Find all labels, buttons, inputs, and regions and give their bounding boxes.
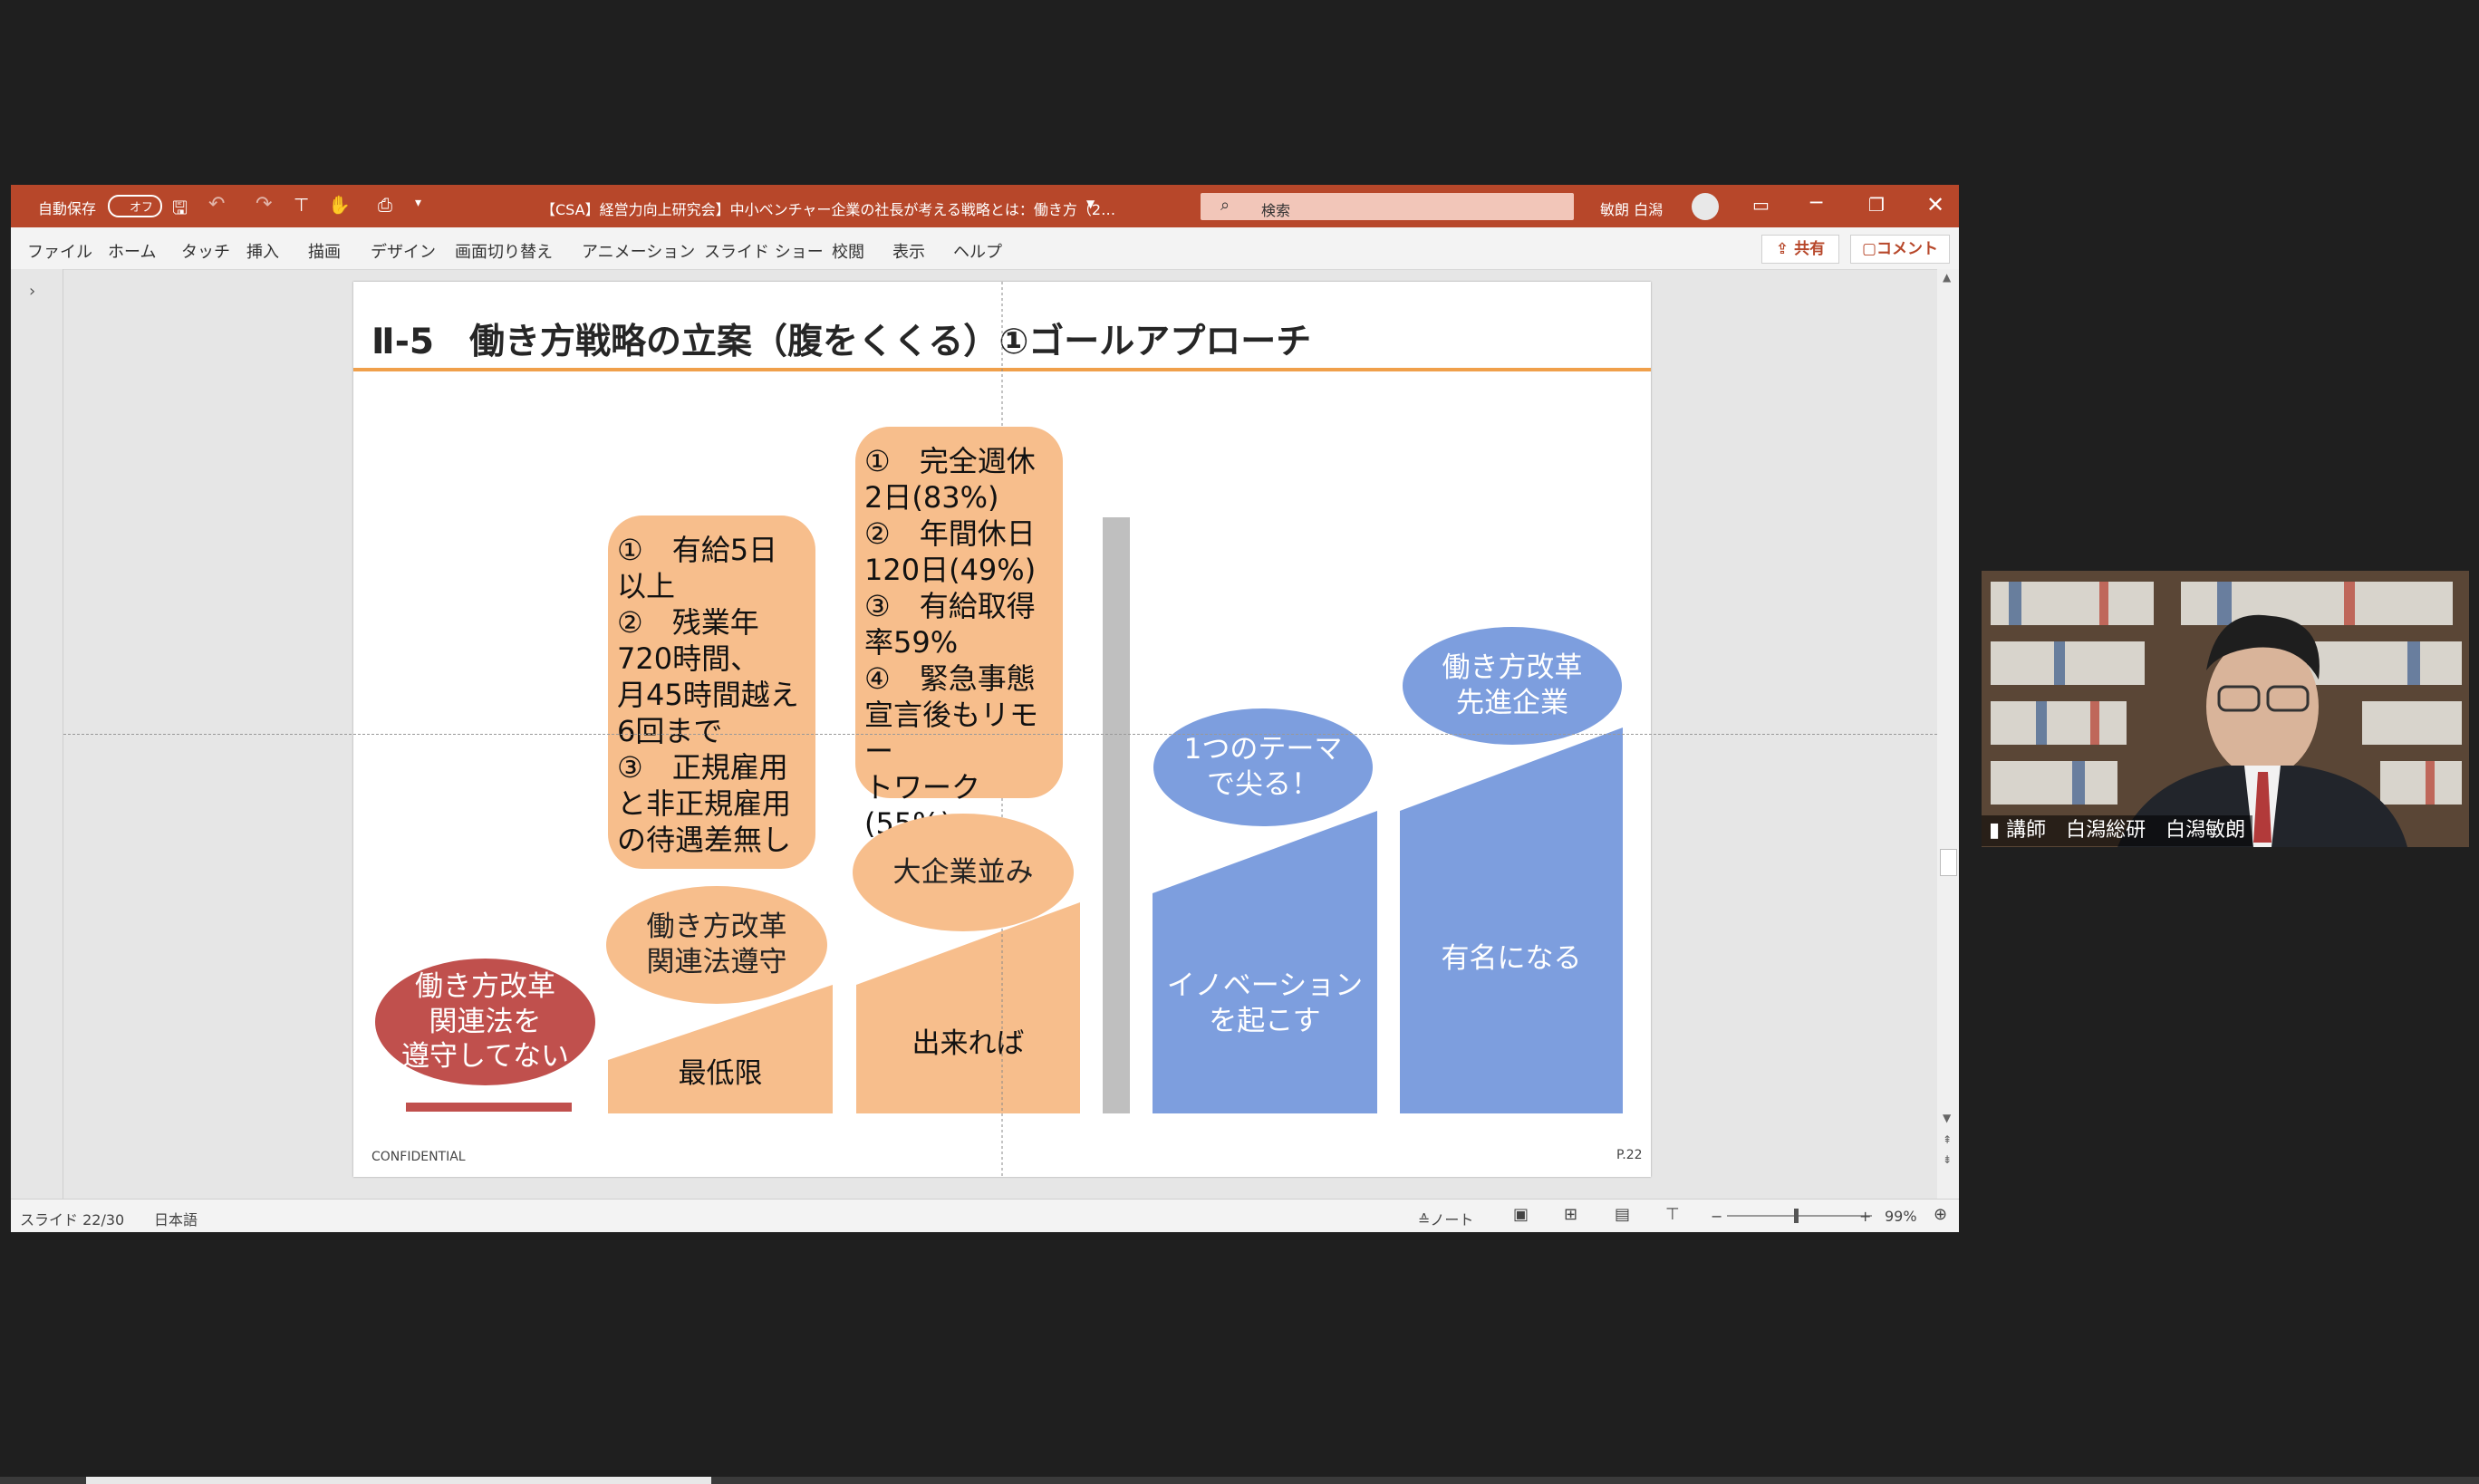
scroll-up-icon[interactable]: ▲	[1943, 271, 1951, 284]
normal-view-icon[interactable]: ▣	[1513, 1205, 1529, 1224]
undo-icon[interactable]: ↶	[208, 193, 225, 216]
menu-slideshow[interactable]: スライド ショー	[704, 239, 824, 263]
menu-bar: ファイル ホーム タッチ 挿入 描画 デザイン 画面切り替え アニメーション ス…	[11, 227, 1959, 270]
oval-law-compliant: 働き方改革 関連法遵守	[606, 886, 827, 1004]
ribbon-display-icon[interactable]: ▭	[1752, 194, 1770, 216]
bookshelf-background	[1982, 571, 2469, 847]
share-label: 共有	[1794, 240, 1826, 258]
prev-slide-icon[interactable]: ⇞	[1943, 1133, 1952, 1146]
autosave-toggle-text: オフ	[130, 201, 154, 215]
thumbnail-pane-collapsed: ›	[11, 269, 63, 1199]
expand-thumbnails-icon[interactable]: ›	[29, 282, 35, 301]
menu-insert[interactable]: 挿入	[246, 239, 279, 263]
scroll-down-icon[interactable]: ▼	[1943, 1112, 1951, 1124]
comment-label: コメント	[1876, 240, 1939, 258]
guide-horizontal	[63, 734, 1937, 735]
document-title: 【CSA】経営力向上研究会】中小ベンチャー企業の社長が考える戦略とは：働き方（2…	[541, 201, 1116, 218]
comment-button[interactable]: ▢コメント	[1850, 235, 1950, 264]
menu-home[interactable]: ホーム	[108, 239, 156, 263]
notes-icon: ≙	[1418, 1211, 1431, 1229]
restore-icon[interactable]: ❐	[1868, 194, 1885, 216]
menu-animations[interactable]: アニメーション	[582, 239, 695, 263]
notes-button[interactable]: ≙ノート	[1418, 1208, 1473, 1229]
requirements-box-large: ① 完全週休 2日(83%) ② 年間休日 120日(49%) ③ 有給取得 率…	[855, 427, 1063, 841]
touch-mode-icon[interactable]: ✋	[328, 194, 351, 216]
zoom-out-icon[interactable]: −	[1711, 1208, 1722, 1225]
menu-file[interactable]: ファイル	[27, 239, 92, 263]
title-dropdown-icon[interactable]: ▼	[1086, 198, 1095, 210]
minimize-icon[interactable]: ─	[1810, 192, 1822, 215]
menu-review[interactable]: 校閲	[832, 239, 864, 263]
share-icon: ⇪	[1775, 240, 1789, 258]
search-icon: ⌕	[1220, 196, 1230, 215]
title-bar: 自動保存 オフ 🖫 ↶ ↷ ⊤ ✋ ⎙ ▾ 【CSA】経営力向上研究会】中小ベン…	[11, 185, 1959, 227]
powerpoint-window: 自動保存 オフ 🖫 ↶ ↷ ⊤ ✋ ⎙ ▾ 【CSA】経営力向上研究会】中小ベン…	[11, 185, 1959, 1232]
slideshow-view-icon[interactable]: ⊤	[1665, 1205, 1680, 1224]
notes-label: ノート	[1430, 1211, 1474, 1229]
autosave-toggle[interactable]: オフ	[108, 195, 163, 217]
requirements-box-law: ① 有給5日 以上 ② 残業年 720時間、 月45時間越え 6回まで ③ 正規…	[608, 516, 815, 869]
menu-touch[interactable]: タッチ	[181, 239, 230, 263]
zoom-slider-thumb[interactable]	[1794, 1209, 1799, 1223]
export-icon[interactable]: ⎙	[378, 194, 392, 216]
participant-name: 講師 白潟総研 白潟敏朗	[2006, 819, 2246, 842]
language-indicator[interactable]: 日本語	[154, 1208, 198, 1229]
divider-gray-bar	[1103, 517, 1130, 1113]
redo-icon[interactable]: ↷	[256, 193, 272, 216]
footer-confidential: CONFIDENTIAL	[371, 1150, 466, 1164]
footer-page-number: P.22	[1616, 1148, 1643, 1162]
slide-number: スライド 22/30	[20, 1211, 125, 1229]
menu-help[interactable]: ヘルプ	[953, 239, 1002, 263]
bar-minimum	[608, 985, 833, 1113]
bottom-scroll-thumb[interactable]	[86, 1477, 711, 1484]
zoom-level[interactable]: 99%	[1885, 1208, 1917, 1225]
bar-possible-label: 出来れば	[912, 1027, 1025, 1060]
autosave-label: 自動保存	[38, 200, 97, 217]
menu-transitions[interactable]: 画面切り替え	[455, 239, 553, 263]
webcam-video-tile: ▮ 講師 白潟総研 白潟敏朗	[1982, 571, 2469, 847]
customize-toolbar-icon[interactable]: ▾	[415, 196, 421, 210]
bar-famous	[1400, 728, 1623, 1113]
comment-icon: ▢	[1861, 240, 1877, 258]
oval-advanced-company: 働き方改革 先進企業	[1403, 627, 1622, 745]
menu-design[interactable]: デザイン	[371, 239, 436, 263]
close-icon[interactable]: ✕	[1926, 192, 1944, 217]
zoom-in-icon[interactable]: +	[1859, 1208, 1871, 1225]
signal-strength-icon: ▮	[1989, 819, 2001, 842]
oval-large-company: 大企業並み	[853, 814, 1074, 931]
bar-famous-label: 有名になる	[1441, 942, 1582, 975]
bar-innovation-label: イノベーション を起こす	[1166, 969, 1364, 1037]
oval-one-theme: 1つのテーマ で尖る！	[1153, 708, 1373, 826]
bar-minimum-label: 最低限	[678, 1057, 763, 1090]
vertical-scrollbar[interactable]: ▲ ▼ ⇞ ⇟	[1937, 269, 1959, 1199]
participant-caption: ▮ 講師 白潟総研 白潟敏朗	[1982, 815, 2253, 846]
fit-to-window-icon[interactable]: ⊕	[1934, 1205, 1947, 1224]
presenter-icon[interactable]: ⊤	[294, 194, 309, 216]
user-name: 敏朗 白潟	[1600, 201, 1664, 218]
save-icon[interactable]: 🖫	[172, 195, 188, 226]
next-slide-icon[interactable]: ⇟	[1943, 1153, 1952, 1166]
search-box[interactable]: ⌕ 検索	[1201, 193, 1574, 220]
reading-view-icon[interactable]: ▤	[1615, 1205, 1630, 1224]
bar-innovation	[1153, 811, 1377, 1113]
bottom-scroll-track	[0, 1477, 2479, 1484]
status-bar: スライド 22/30 日本語 ≙ノート ▣ ⊞ ▤ ⊤ − + 99% ⊕	[11, 1199, 1959, 1232]
menu-draw[interactable]: 描画	[308, 239, 341, 263]
scroll-thumb[interactable]	[1940, 849, 1957, 876]
bar-possible	[856, 902, 1080, 1113]
search-placeholder: 検索	[1261, 202, 1291, 219]
share-button[interactable]: ⇪ 共有	[1761, 235, 1839, 264]
slide-canvas[interactable]: Ⅱ-5 働き方戦略の立案（腹をくくる）①ゴールアプローチ 働き方改革 関連法を …	[353, 282, 1651, 1177]
menu-view[interactable]: 表示	[892, 239, 925, 263]
slide-sorter-icon[interactable]: ⊞	[1564, 1205, 1577, 1224]
zoom-slider[interactable]	[1727, 1209, 1872, 1223]
avatar[interactable]	[1692, 193, 1719, 220]
